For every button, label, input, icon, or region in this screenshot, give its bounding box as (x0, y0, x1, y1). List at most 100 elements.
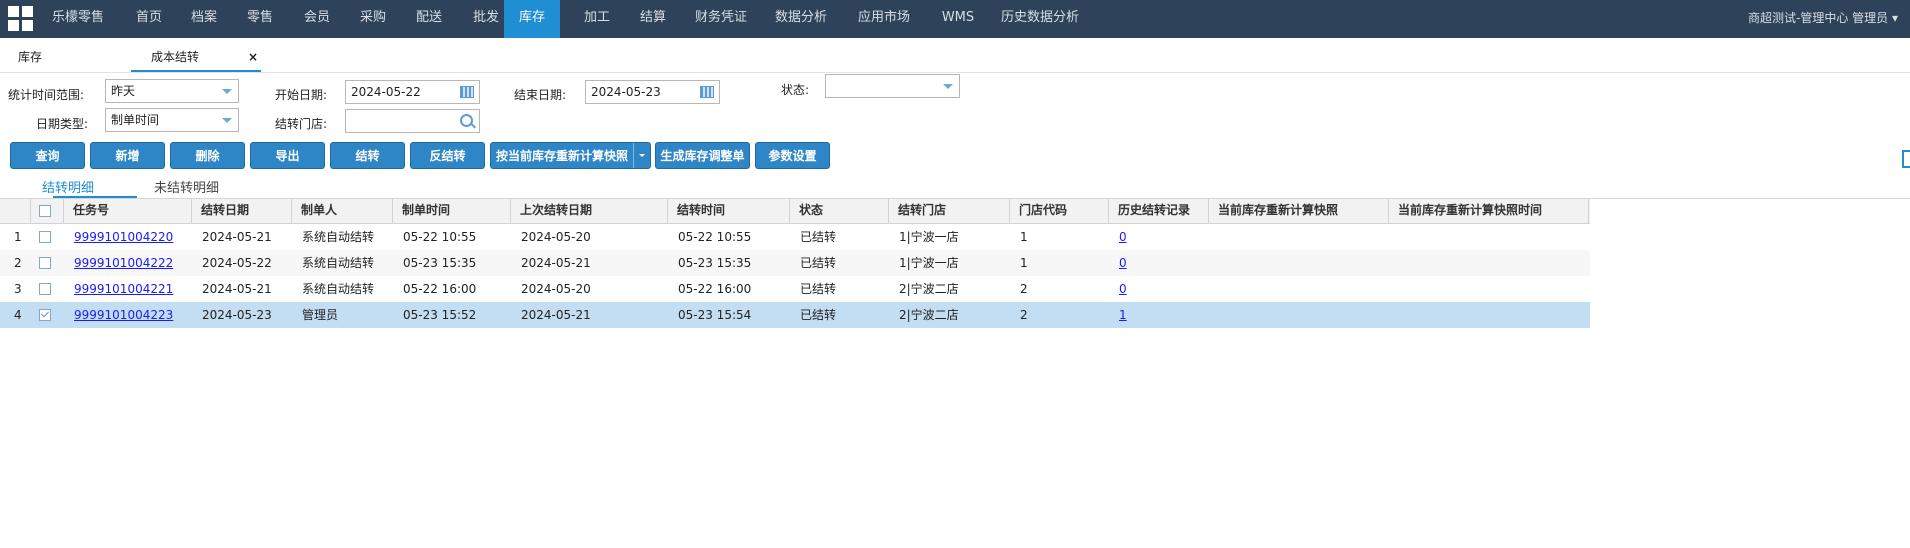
app-grid-icon[interactable] (8, 6, 34, 32)
cell-task: 9999101004220 (74, 224, 190, 250)
add-button[interactable]: 新增 (90, 142, 165, 169)
export-button[interactable]: 导出 (250, 142, 325, 169)
column-header-store[interactable]: 结转门店 (889, 199, 1010, 223)
query-button[interactable]: 查询 (10, 142, 85, 169)
column-header-task[interactable]: 任务号 (64, 199, 192, 223)
carry-button[interactable]: 结转 (330, 142, 405, 169)
nav-item-10[interactable]: 结算 (630, 0, 676, 38)
column-header-status[interactable]: 状态 (790, 199, 889, 223)
column-header-snapshot-time[interactable]: 当前库存重新计算快照时间 (1389, 199, 1589, 223)
nav-item-11[interactable]: 财务凭证 (688, 0, 754, 38)
tab-not-carry-detail[interactable]: 未结转明细 (154, 177, 219, 196)
history-record-link[interactable]: 0 (1119, 282, 1127, 296)
cell-carry-time: 05-22 16:00 (678, 282, 752, 296)
reverse-carry-button[interactable]: 反结转 (410, 142, 485, 169)
nav-item-1[interactable]: 首页 (126, 0, 172, 38)
table-row[interactable]: 3 9999101004221 2024-05-21 系统自动结转 05-22 16:0… (0, 276, 1590, 302)
date-type-label: 日期类型: (36, 117, 89, 131)
row-checkbox[interactable] (39, 257, 51, 269)
delete-button[interactable]: 删除 (170, 142, 245, 169)
side-panel-toggle[interactable] (1902, 150, 1910, 168)
split-dropdown-icon[interactable] (633, 143, 650, 168)
generate-adjust-button[interactable]: 生成库存调整单 (655, 142, 750, 169)
cell-creator: 管理员 (302, 308, 339, 322)
header-select-all[interactable] (31, 199, 64, 223)
table-header: 任务号 结转日期 制单人 制单时间 上次结转日期 结转时间 状态 结转门店 门店代码 历史结转记录… (0, 199, 1590, 224)
user-menu[interactable]: 商超测试-管理中心 管理员 ▾ (1748, 0, 1898, 36)
nav-item-7[interactable]: 批发 (463, 0, 509, 38)
nav-item-12[interactable]: 数据分析 (768, 0, 834, 38)
recalc-snapshot-button[interactable]: 按当前库存重新计算快照 (490, 142, 651, 169)
end-date-field[interactable]: 2024-05-23 (585, 80, 720, 104)
task-number-link[interactable]: 9999101004223 (74, 308, 173, 322)
row-checkbox[interactable] (39, 283, 51, 295)
table-row[interactable]: 2 9999101004222 2024-05-22 系统自动结转 05-23 15:3… (0, 250, 1590, 276)
nav-item-6[interactable]: 配送 (406, 0, 452, 38)
history-record-link[interactable]: 1 (1119, 308, 1127, 322)
cell-task: 9999101004223 (74, 302, 190, 328)
close-tab-icon[interactable]: × (248, 50, 258, 64)
tab-inventory[interactable]: 库存 (18, 44, 42, 70)
cell-history: 0 (1119, 250, 1207, 276)
cell-history: 0 (1119, 224, 1207, 250)
cell-snapshot-time (1399, 276, 1587, 302)
row-checkbox[interactable] (39, 231, 51, 243)
cell-last-date: 2024-05-20 (521, 230, 591, 244)
cell-status: 已结转 (800, 308, 837, 322)
task-number-link[interactable]: 9999101004220 (74, 230, 173, 244)
top-nav-bar: 乐檬零售 首页 档案 零售 会员 采购 配送 批发 库存 加工 结算 财务凭证 数据分析 应用市场 WMS 历… (0, 0, 1910, 38)
row-number: 1 (14, 230, 22, 244)
params-button[interactable]: 参数设置 (755, 142, 830, 169)
nav-item-3[interactable]: 零售 (237, 0, 283, 38)
tab-cost-carryover[interactable]: 成本结转 (131, 44, 261, 72)
nav-item-14[interactable]: WMS (933, 0, 983, 38)
end-date-label: 结束日期: (514, 88, 567, 102)
cell-carry-time: 05-23 15:35 (678, 256, 752, 270)
column-header-creator[interactable]: 制单人 (292, 199, 393, 223)
tab-carry-detail[interactable]: 结转明细 (42, 177, 94, 196)
cell-snapshot (1219, 250, 1387, 276)
row-checkbox[interactable] (39, 309, 51, 321)
table-row[interactable]: 4 9999101004223 2024-05-23 管理员 05-23 15:52 20… (0, 302, 1590, 328)
cell-date: 2024-05-21 (202, 282, 272, 296)
start-date-field[interactable]: 2024-05-22 (345, 80, 480, 104)
select-all-checkbox[interactable] (39, 205, 51, 217)
task-number-link[interactable]: 9999101004221 (74, 282, 173, 296)
tabs-divider (0, 72, 1910, 73)
nav-item-2[interactable]: 档案 (181, 0, 227, 38)
cell-store-code: 1 (1020, 230, 1028, 244)
store-search-input[interactable] (345, 109, 480, 133)
column-header-carry-time[interactable]: 结转时间 (668, 199, 790, 223)
status-select[interactable] (825, 74, 960, 98)
start-date-value: 2024-05-22 (351, 85, 421, 99)
cell-carry-time: 05-22 10:55 (678, 230, 752, 244)
cell-date: 2024-05-22 (202, 256, 272, 270)
column-header-last-date[interactable]: 上次结转日期 (511, 199, 668, 223)
search-icon[interactable] (460, 114, 473, 127)
calendar-icon[interactable] (700, 86, 714, 98)
history-record-link[interactable]: 0 (1119, 256, 1127, 270)
nav-item-8[interactable]: 库存 (504, 0, 560, 38)
cell-snapshot-time (1399, 224, 1587, 250)
column-header-date[interactable]: 结转日期 (192, 199, 292, 223)
nav-item-5[interactable]: 采购 (350, 0, 396, 38)
cell-create-time: 05-23 15:52 (403, 308, 477, 322)
nav-item-15[interactable]: 历史数据分析 (995, 0, 1085, 38)
column-header-history[interactable]: 历史结转记录 (1109, 199, 1209, 223)
cell-create-time: 05-22 16:00 (403, 282, 477, 296)
nav-item-0[interactable]: 乐檬零售 (49, 0, 107, 38)
cell-store: 2|宁波二店 (899, 308, 959, 322)
history-record-link[interactable]: 0 (1119, 230, 1127, 244)
column-header-store-code[interactable]: 门店代码 (1010, 199, 1109, 223)
date-type-select[interactable]: 制单时间 (105, 108, 239, 132)
column-header-snapshot[interactable]: 当前库存重新计算快照 (1209, 199, 1389, 223)
table-row[interactable]: 1 9999101004220 2024-05-21 系统自动结转 05-22 10:5… (0, 224, 1590, 250)
nav-item-9[interactable]: 加工 (574, 0, 620, 38)
range-select[interactable]: 昨天 (105, 79, 239, 103)
column-header-create-time[interactable]: 制单时间 (393, 199, 511, 223)
row-number: 4 (14, 308, 22, 322)
nav-item-4[interactable]: 会员 (294, 0, 340, 38)
nav-item-13[interactable]: 应用市场 (851, 0, 917, 38)
calendar-icon[interactable] (460, 86, 474, 98)
task-number-link[interactable]: 9999101004222 (74, 256, 173, 270)
